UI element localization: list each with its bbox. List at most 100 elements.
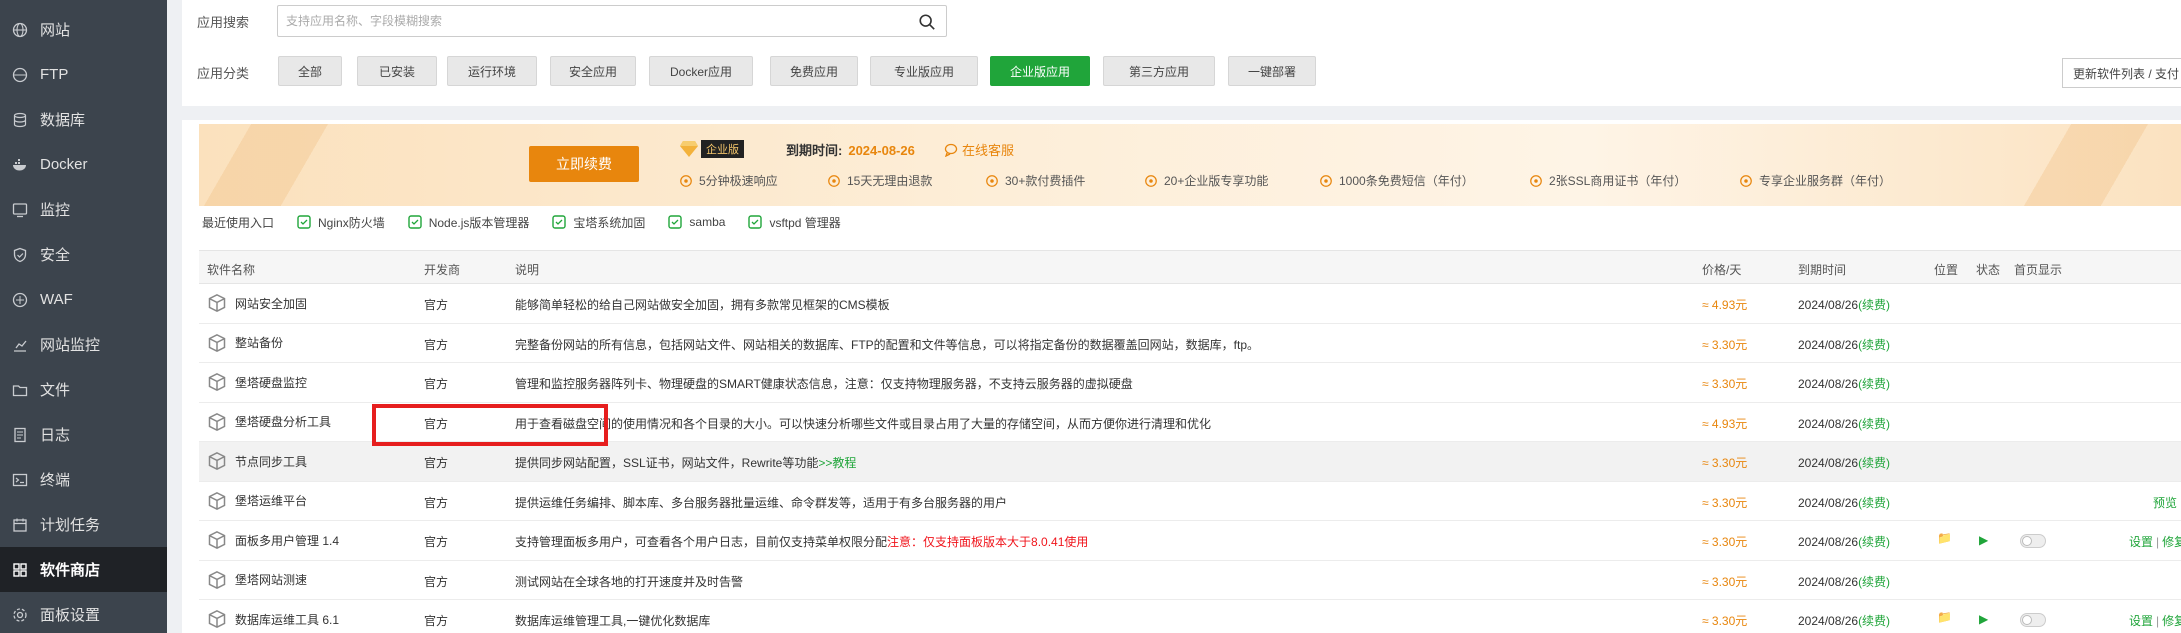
table-body: 网站安全加固 官方 能够简单轻松的给自己网站做安全加固，拥有多款常见框架的CMS模板…: [199, 284, 2181, 633]
sidebar-icon-wrap: [12, 247, 28, 263]
sidebar-item-terminal[interactable]: 终端: [0, 457, 167, 502]
samba-icon: [668, 215, 683, 229]
category-button[interactable]: 已安装: [357, 56, 437, 86]
sidebar-item-gear[interactable]: 面板设置: [0, 592, 167, 633]
software-name-cell: 堡塔硬盘分析工具: [207, 412, 331, 432]
sidebar-item-waf[interactable]: WAF: [0, 277, 167, 322]
play-icon[interactable]: ▶: [1979, 533, 1988, 547]
recent-item[interactable]: 宝塔系统加固: [551, 214, 645, 231]
software-name: 整站备份: [235, 336, 284, 350]
category-button[interactable]: 企业版应用: [990, 56, 1090, 86]
table-row[interactable]: 整站备份 官方 完整备份网站的所有信息，包括网站文件、网站相关的数据库、FTP的配置…: [199, 323, 2181, 363]
price-per-day: ≈ 3.30元: [1702, 495, 1748, 510]
sidebar-icon-wrap: [12, 202, 28, 218]
column-header: 开发商: [424, 263, 461, 277]
renew-link[interactable]: (续费): [1858, 496, 1890, 510]
category-button[interactable]: 专业版应用: [870, 56, 978, 86]
homepage-toggle[interactable]: [2020, 613, 2046, 627]
sidebar-item-monitor[interactable]: 监控: [0, 187, 167, 232]
sidebar-item-shield[interactable]: 安全: [0, 232, 167, 277]
sidebar-icon-wrap: [12, 517, 28, 533]
sidebar-item-database[interactable]: 数据库: [0, 97, 167, 142]
renew-link[interactable]: (续费): [1858, 377, 1890, 391]
expire-cell: 2024/08/26(续费): [1798, 375, 1890, 392]
recent-item[interactable]: vsftpd 管理器: [747, 214, 841, 231]
search-input[interactable]: [278, 6, 898, 36]
expire-date: 2024/08/26: [1798, 535, 1859, 549]
operation-link[interactable]: 修复: [2162, 535, 2181, 549]
operation-links: 预览|: [2153, 494, 2181, 511]
tutorial-link[interactable]: >>教程: [818, 456, 856, 470]
recent-entries: 最近使用入口 Nginx防火墙 Node.js版本管理器 宝塔系统加固 samba vs…: [202, 212, 841, 232]
description-text: 提供运维任务编排、脚本库、多台服务器批量运维、命令群发等，适用于有多台服务器的用…: [515, 495, 1008, 510]
operation-link[interactable]: 修复: [2162, 614, 2181, 628]
diamond-icon: [680, 141, 698, 157]
sidebar-item-globe[interactable]: 网站: [0, 7, 167, 52]
homepage-toggle[interactable]: [2020, 534, 2046, 548]
open-folder-icon[interactable]: 📁: [1937, 531, 1952, 545]
search-icon[interactable]: [918, 13, 936, 31]
recent-item-label: vsftpd 管理器: [769, 215, 841, 230]
play-icon[interactable]: ▶: [1979, 612, 1988, 626]
chart-icon: [14, 340, 27, 352]
developer: 官方: [424, 614, 449, 628]
toggle-knob: [2022, 615, 2032, 625]
sidebar-item-ftp[interactable]: FTP: [0, 52, 167, 97]
table-row[interactable]: 堡塔运维平台 官方 提供运维任务编排、脚本库、多台服务器批量运维、命令群发等，适用于…: [199, 481, 2181, 521]
sidebar-item-docker[interactable]: Docker: [0, 142, 167, 187]
category-button[interactable]: 第三方应用: [1103, 56, 1215, 86]
description-text: 测试网站在全球各地的打开速度并及时告警: [515, 574, 744, 589]
table-row[interactable]: 堡塔网站测速 官方 测试网站在全球各地的打开速度并及时告警 ≈ 3.30元 2024/0…: [199, 560, 2181, 600]
category-button[interactable]: 一键部署: [1228, 56, 1316, 86]
expire-date: 2024/08/26: [1798, 298, 1859, 312]
table-row[interactable]: 网站安全加固 官方 能够简单轻松的给自己网站做安全加固，拥有多款常见框架的CMS模板…: [199, 284, 2181, 324]
operation-link[interactable]: 设置: [2129, 535, 2153, 549]
renew-link[interactable]: (续费): [1858, 614, 1890, 628]
sidebar-item-chart[interactable]: 网站监控: [0, 322, 167, 367]
software-name-cell: 堡塔网站测速: [207, 570, 307, 590]
renew-link[interactable]: (续费): [1858, 456, 1890, 470]
operation-link[interactable]: 设置: [2129, 614, 2153, 628]
sidebar-item-label: 监控: [40, 202, 71, 219]
renew-link[interactable]: (续费): [1858, 535, 1890, 549]
price-per-day: ≈ 3.30元: [1702, 456, 1748, 470]
sidebar-item-label: 安全: [40, 247, 71, 264]
operation-separator: |: [2156, 535, 2160, 549]
category-button[interactable]: Docker应用: [649, 56, 753, 86]
table-row[interactable]: 数据库运维工具 6.1 官方 数据库运维管理工具,一键优化数据库 ≈ 3.30元 202…: [199, 600, 2181, 633]
recent-item[interactable]: samba: [667, 214, 725, 230]
perk-item: 2张SSL商用证书（年付）: [1529, 172, 1686, 189]
recent-item[interactable]: Node.js版本管理器: [407, 214, 529, 231]
sidebar-item-folder[interactable]: 文件: [0, 367, 167, 412]
grid-icon: [13, 562, 27, 577]
table-row[interactable]: 节点同步工具 官方 提供同步网站配置，SSL证书，网站文件，Rewrite等功能>>…: [199, 442, 2181, 482]
category-button[interactable]: 免费应用: [770, 56, 858, 86]
renew-link[interactable]: (续费): [1858, 417, 1890, 431]
column-header: 到期时间: [1798, 263, 1847, 277]
category-button[interactable]: 运行环境: [447, 56, 537, 86]
update-list-button[interactable]: 更新软件列表 / 支付: [2062, 58, 2181, 88]
category-button[interactable]: 全部: [278, 56, 342, 86]
table-row[interactable]: 堡塔硬盘分析工具 官方 用于查看磁盘空间的使用情况和各个目录的大小。可以快速分析哪些…: [199, 402, 2181, 442]
operation-link[interactable]: 预览: [2153, 496, 2177, 510]
online-service-link[interactable]: 在线客服: [944, 140, 1014, 159]
table-row[interactable]: 面板多用户管理 1.4 官方 支持管理面板多用户，可查看各个用户日志，目前仅支持菜单…: [199, 521, 2181, 561]
price-per-day: ≈ 3.30元: [1702, 377, 1748, 391]
plugin-icon: [208, 294, 226, 312]
recent-item[interactable]: Nginx防火墙: [296, 214, 385, 231]
renew-link[interactable]: (续费): [1858, 298, 1890, 312]
plugin-icon: [208, 570, 226, 589]
sidebar-item-log[interactable]: 日志: [0, 412, 167, 457]
sidebar-item-label: WAF: [40, 291, 73, 308]
category-button[interactable]: 安全应用: [550, 56, 636, 86]
renew-link[interactable]: (续费): [1858, 338, 1890, 352]
price-per-day: ≈ 3.30元: [1702, 614, 1748, 628]
sidebar-item-calendar[interactable]: 计划任务: [0, 502, 167, 547]
developer: 官方: [424, 495, 449, 510]
table-row[interactable]: 堡塔硬盘监控 官方 管理和监控服务器阵列卡、物理硬盘的SMART健康状态信息，注意：…: [199, 363, 2181, 403]
sidebar-icon-wrap: [12, 562, 28, 578]
renew-now-button[interactable]: 立即续费: [529, 146, 639, 182]
sidebar-item-grid[interactable]: 软件商店: [0, 547, 167, 592]
open-folder-icon[interactable]: 📁: [1937, 610, 1952, 624]
renew-link[interactable]: (续费): [1858, 575, 1890, 589]
